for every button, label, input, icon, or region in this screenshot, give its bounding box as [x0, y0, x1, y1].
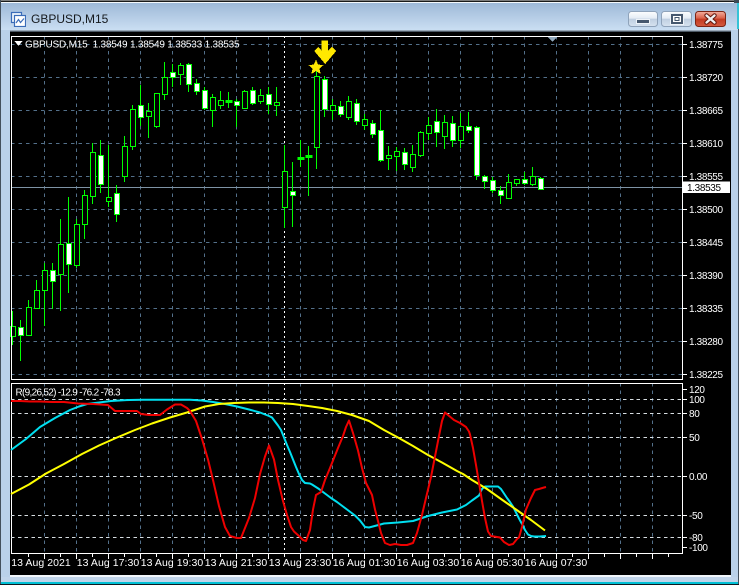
svg-text:80: 80 [689, 409, 700, 420]
svg-text:1.38335: 1.38335 [689, 304, 723, 315]
svg-text:13 Aug 2021: 13 Aug 2021 [11, 557, 71, 569]
svg-text:-50: -50 [689, 511, 703, 522]
svg-text:16 Aug 05:30: 16 Aug 05:30 [461, 557, 524, 569]
svg-text:1.38225: 1.38225 [689, 370, 723, 381]
svg-text:0.00: 0.00 [689, 472, 708, 483]
svg-text:16 Aug 03:30: 16 Aug 03:30 [397, 557, 460, 569]
svg-text:1.38610: 1.38610 [689, 139, 723, 150]
svg-text:1.38280: 1.38280 [689, 337, 723, 348]
svg-text:1.38775: 1.38775 [689, 40, 723, 51]
svg-text:1.38500: 1.38500 [689, 205, 723, 216]
svg-text:50: 50 [689, 433, 700, 444]
svg-text:1.38665: 1.38665 [689, 106, 723, 117]
svg-text:1.38535: 1.38535 [687, 183, 721, 194]
svg-text:R(9,26,52) -12.9 -76.2 -78.3: R(9,26,52) -12.9 -76.2 -78.3 [16, 388, 121, 399]
svg-text:100: 100 [689, 395, 705, 406]
svg-text:GBPUSD,M15 1.38549 1.38549 1.: GBPUSD,M15 1.38549 1.38549 1.38533 1.385… [25, 40, 240, 51]
svg-text:13 Aug 17:30: 13 Aug 17:30 [77, 557, 140, 569]
svg-text:13 Aug 21:30: 13 Aug 21:30 [205, 557, 268, 569]
svg-text:13 Aug 19:30: 13 Aug 19:30 [141, 557, 204, 569]
svg-text:1.38555: 1.38555 [689, 172, 723, 183]
svg-text:16 Aug 07:30: 16 Aug 07:30 [525, 557, 588, 569]
svg-text:13 Aug 23:30: 13 Aug 23:30 [269, 557, 332, 569]
svg-text:1.38445: 1.38445 [689, 238, 723, 249]
svg-text:16 Aug 01:30: 16 Aug 01:30 [333, 557, 396, 569]
svg-text:1.38720: 1.38720 [689, 73, 723, 84]
svg-text:-100: -100 [689, 543, 708, 554]
svg-text:1.38390: 1.38390 [689, 271, 723, 282]
